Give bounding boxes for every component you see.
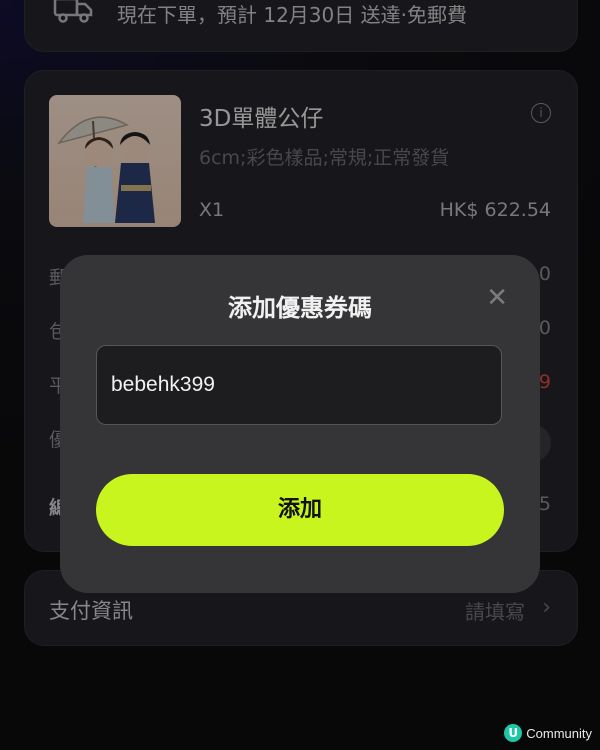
dialog-title: 添加優惠券碼 bbox=[228, 294, 372, 322]
watermark-text: Community bbox=[526, 725, 592, 741]
close-icon[interactable]: ✕ bbox=[486, 283, 508, 313]
community-watermark: U Community bbox=[504, 724, 592, 742]
add-coupon-dialog: 添加優惠券碼 ✕ bebehk399 添加 bbox=[60, 255, 540, 593]
community-logo-icon: U bbox=[504, 724, 523, 742]
coupon-code-input[interactable]: bebehk399 bbox=[96, 345, 502, 425]
add-coupon-button[interactable]: 添加 bbox=[96, 474, 504, 546]
